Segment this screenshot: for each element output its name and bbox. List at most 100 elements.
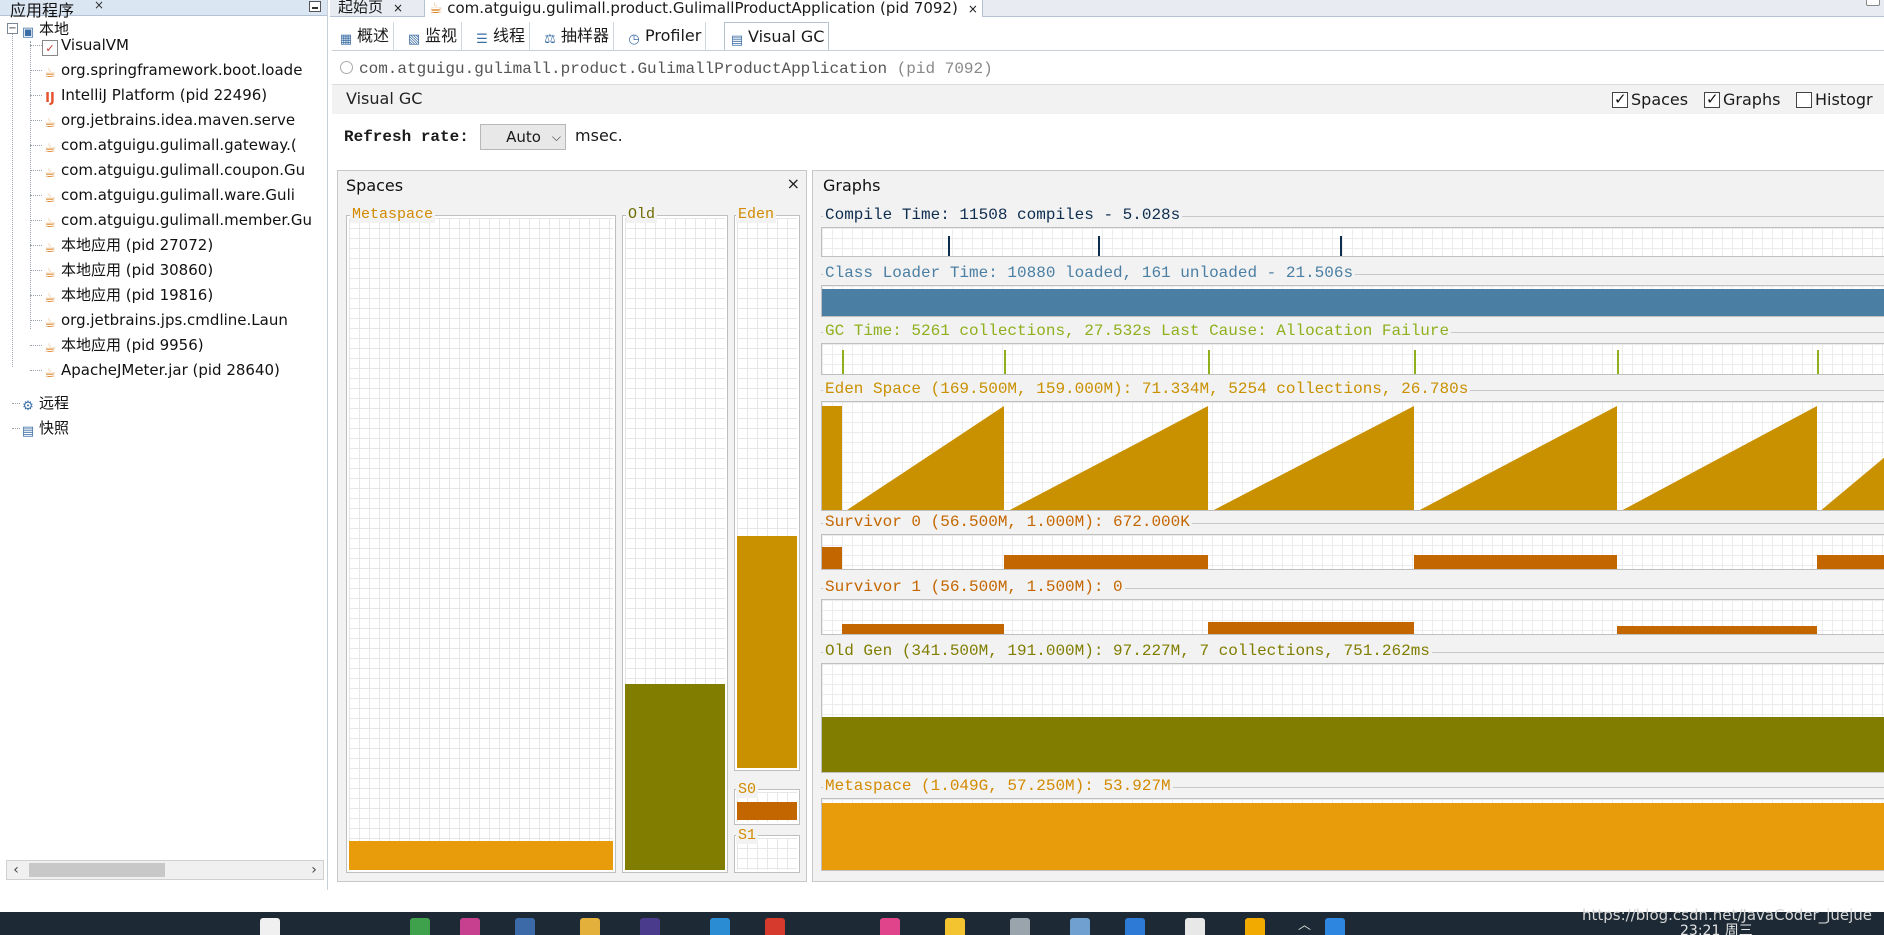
compile-time-plot xyxy=(822,228,1884,256)
eden-gauge xyxy=(734,215,800,771)
threads-icon: ☰ xyxy=(476,32,488,47)
checkbox-unchecked-icon xyxy=(1796,92,1812,108)
tab-application[interactable]: ☕ com.atguigu.gulimall.product.GulimallP… xyxy=(424,0,983,17)
tree-item-application[interactable]: ☕ 本地应用 (pid 27072) xyxy=(42,233,213,257)
app-icon[interactable] xyxy=(640,918,660,935)
java-cup-icon: ☕ xyxy=(44,191,56,206)
java-cup-icon: ☕ xyxy=(429,0,443,17)
tab-monitor[interactable]: ▧ 监视 xyxy=(402,22,463,50)
status-indicator-icon xyxy=(340,61,353,74)
java-cup-icon: ☕ xyxy=(44,316,56,331)
refresh-rate-row: Refresh rate: Auto ⌵ msec. xyxy=(344,122,623,150)
survivor0-fill xyxy=(737,802,797,820)
eden-space-graph xyxy=(821,401,1884,511)
tree-node-remote[interactable]: ⚙ 远程 xyxy=(20,391,69,415)
compile-spike xyxy=(1340,236,1342,256)
close-icon[interactable]: × xyxy=(968,2,978,16)
histogram-checkbox[interactable]: Histogr xyxy=(1796,90,1873,109)
tree-item-application[interactable]: ☕ org.jetbrains.idea.maven.serve xyxy=(42,108,295,132)
tree-item-application[interactable]: ☕ com.atguigu.gulimall.gateway.( xyxy=(42,133,297,157)
scroll-left-icon[interactable]: ‹ xyxy=(7,861,25,879)
metaspace-graph xyxy=(821,798,1884,871)
tree-item-application[interactable]: IJ IntelliJ Platform (pid 22496) xyxy=(42,83,267,107)
visual-gc-toolbar: Visual GC Spaces Graphs Histogr xyxy=(332,84,1884,114)
compile-time-graph xyxy=(821,227,1884,257)
tree-item-application[interactable]: ☕ 本地应用 (pid 19816) xyxy=(42,283,213,307)
class-loader-bar xyxy=(822,289,1884,316)
tree-item-application[interactable]: ☕ org.jetbrains.jps.cmdline.Laun xyxy=(42,308,288,332)
watermark: https://blog.csdn.net/JavaCoder_juejue xyxy=(1581,906,1872,924)
java-cup-icon: ☕ xyxy=(44,166,56,181)
app-icon[interactable] xyxy=(515,918,535,935)
tab-profiler[interactable]: ◷ Profiler xyxy=(622,22,707,50)
survivor1-label: S1 xyxy=(736,827,759,844)
survivor0-block xyxy=(1414,555,1617,569)
app-icon[interactable] xyxy=(945,918,965,935)
close-icon[interactable]: × xyxy=(393,1,403,15)
old-gen-area xyxy=(822,717,1884,772)
app-icon[interactable] xyxy=(260,918,280,935)
app-icon[interactable] xyxy=(410,918,430,935)
tree-item-application[interactable]: ☕ 本地应用 (pid 30860) xyxy=(42,258,213,282)
spaces-checkbox[interactable]: Spaces xyxy=(1612,90,1688,109)
tree-item-application[interactable]: ☕ com.atguigu.gulimall.coupon.Gu xyxy=(42,158,305,182)
tab-sampler[interactable]: ⚖ 抽样器 xyxy=(538,22,615,50)
tab-overview[interactable]: ▦ 概述 xyxy=(334,22,395,50)
app-icon[interactable] xyxy=(710,918,730,935)
app-icon[interactable] xyxy=(1185,918,1205,935)
app-icon[interactable] xyxy=(1010,918,1030,935)
scroll-right-icon[interactable]: › xyxy=(305,861,323,879)
minimize-panel-button[interactable] xyxy=(309,1,321,12)
refresh-rate-select[interactable]: Auto ⌵ xyxy=(479,123,566,150)
eden-space-title: Eden Space (169.500M, 159.000M): 71.334M… xyxy=(823,380,1471,398)
close-icon[interactable]: × xyxy=(94,0,104,12)
app-icon[interactable] xyxy=(1070,918,1090,935)
collapse-icon[interactable]: − xyxy=(7,23,18,34)
metaspace-label: Metaspace xyxy=(350,206,436,223)
checkbox-checked-icon xyxy=(1704,90,1720,108)
tab-start-page[interactable]: 起始页 × xyxy=(334,0,407,17)
app-icon[interactable] xyxy=(1125,918,1145,935)
tree-item-application[interactable]: ☕ org.springframework.boot.loade xyxy=(42,58,302,82)
horizontal-scrollbar[interactable]: ‹ › xyxy=(6,860,324,880)
java-cup-icon: ☕ xyxy=(44,291,56,306)
app-icon[interactable] xyxy=(460,918,480,935)
app-icon[interactable] xyxy=(1325,918,1345,935)
tree-node-snapshots[interactable]: ▤ 快照 xyxy=(20,416,69,440)
app-icon[interactable] xyxy=(1245,918,1265,935)
tab-visual-gc[interactable]: ▤ Visual GC xyxy=(724,22,830,50)
grid xyxy=(349,218,613,870)
app-icon[interactable] xyxy=(765,918,785,935)
sampler-icon: ⚖ xyxy=(544,32,556,47)
application-header: com.atguigu.gulimall.product.GulimallPro… xyxy=(340,58,993,80)
app-icon[interactable] xyxy=(880,918,900,935)
metaspace-area xyxy=(822,803,1884,870)
tree-item-label: com.atguigu.gulimall.member.Gu xyxy=(61,211,313,229)
tree-item-visualvm[interactable]: ✓ VisualVM xyxy=(42,33,129,57)
old-gen-plot xyxy=(822,664,1884,772)
close-icon[interactable]: × xyxy=(787,174,800,193)
tree-item-application[interactable]: ☕ 本地应用 (pid 9956) xyxy=(42,333,203,357)
chevron-up-icon[interactable]: ︿ xyxy=(1298,914,1311,933)
old-gen-graph xyxy=(821,663,1884,773)
tree-item-label: org.jetbrains.jps.cmdline.Laun xyxy=(61,311,288,329)
tree-item-application[interactable]: ☕ com.atguigu.gulimall.ware.Guli xyxy=(42,183,295,207)
java-cup-icon: ☕ xyxy=(44,141,56,156)
application-name: com.atguigu.gulimall.product.GulimallPro… xyxy=(359,60,888,78)
tab-threads[interactable]: ☰ 线程 xyxy=(470,22,531,50)
tree-item-application[interactable]: ☕ ApacheJMeter.jar (pid 28640) xyxy=(42,358,280,382)
tree-item-application[interactable]: ☕ com.atguigu.gulimall.member.Gu xyxy=(42,208,312,232)
window-menu-button[interactable] xyxy=(1866,0,1880,6)
metaspace-fill xyxy=(349,841,613,870)
gc-spike xyxy=(1208,350,1210,374)
tree-item-label: com.atguigu.gulimall.ware.Guli xyxy=(61,186,295,204)
compile-time-title: Compile Time: 11508 compiles - 5.028s xyxy=(823,206,1183,224)
eden-label: Eden xyxy=(736,206,777,223)
graphs-checkbox[interactable]: Graphs xyxy=(1704,90,1780,109)
tab-label: 概述 xyxy=(357,26,390,45)
survivor0-block xyxy=(1004,555,1208,569)
gc-time-graph xyxy=(821,343,1884,375)
folder-icon[interactable] xyxy=(580,918,600,935)
survivor1-block xyxy=(1617,626,1817,634)
scrollbar-thumb[interactable] xyxy=(29,863,165,877)
